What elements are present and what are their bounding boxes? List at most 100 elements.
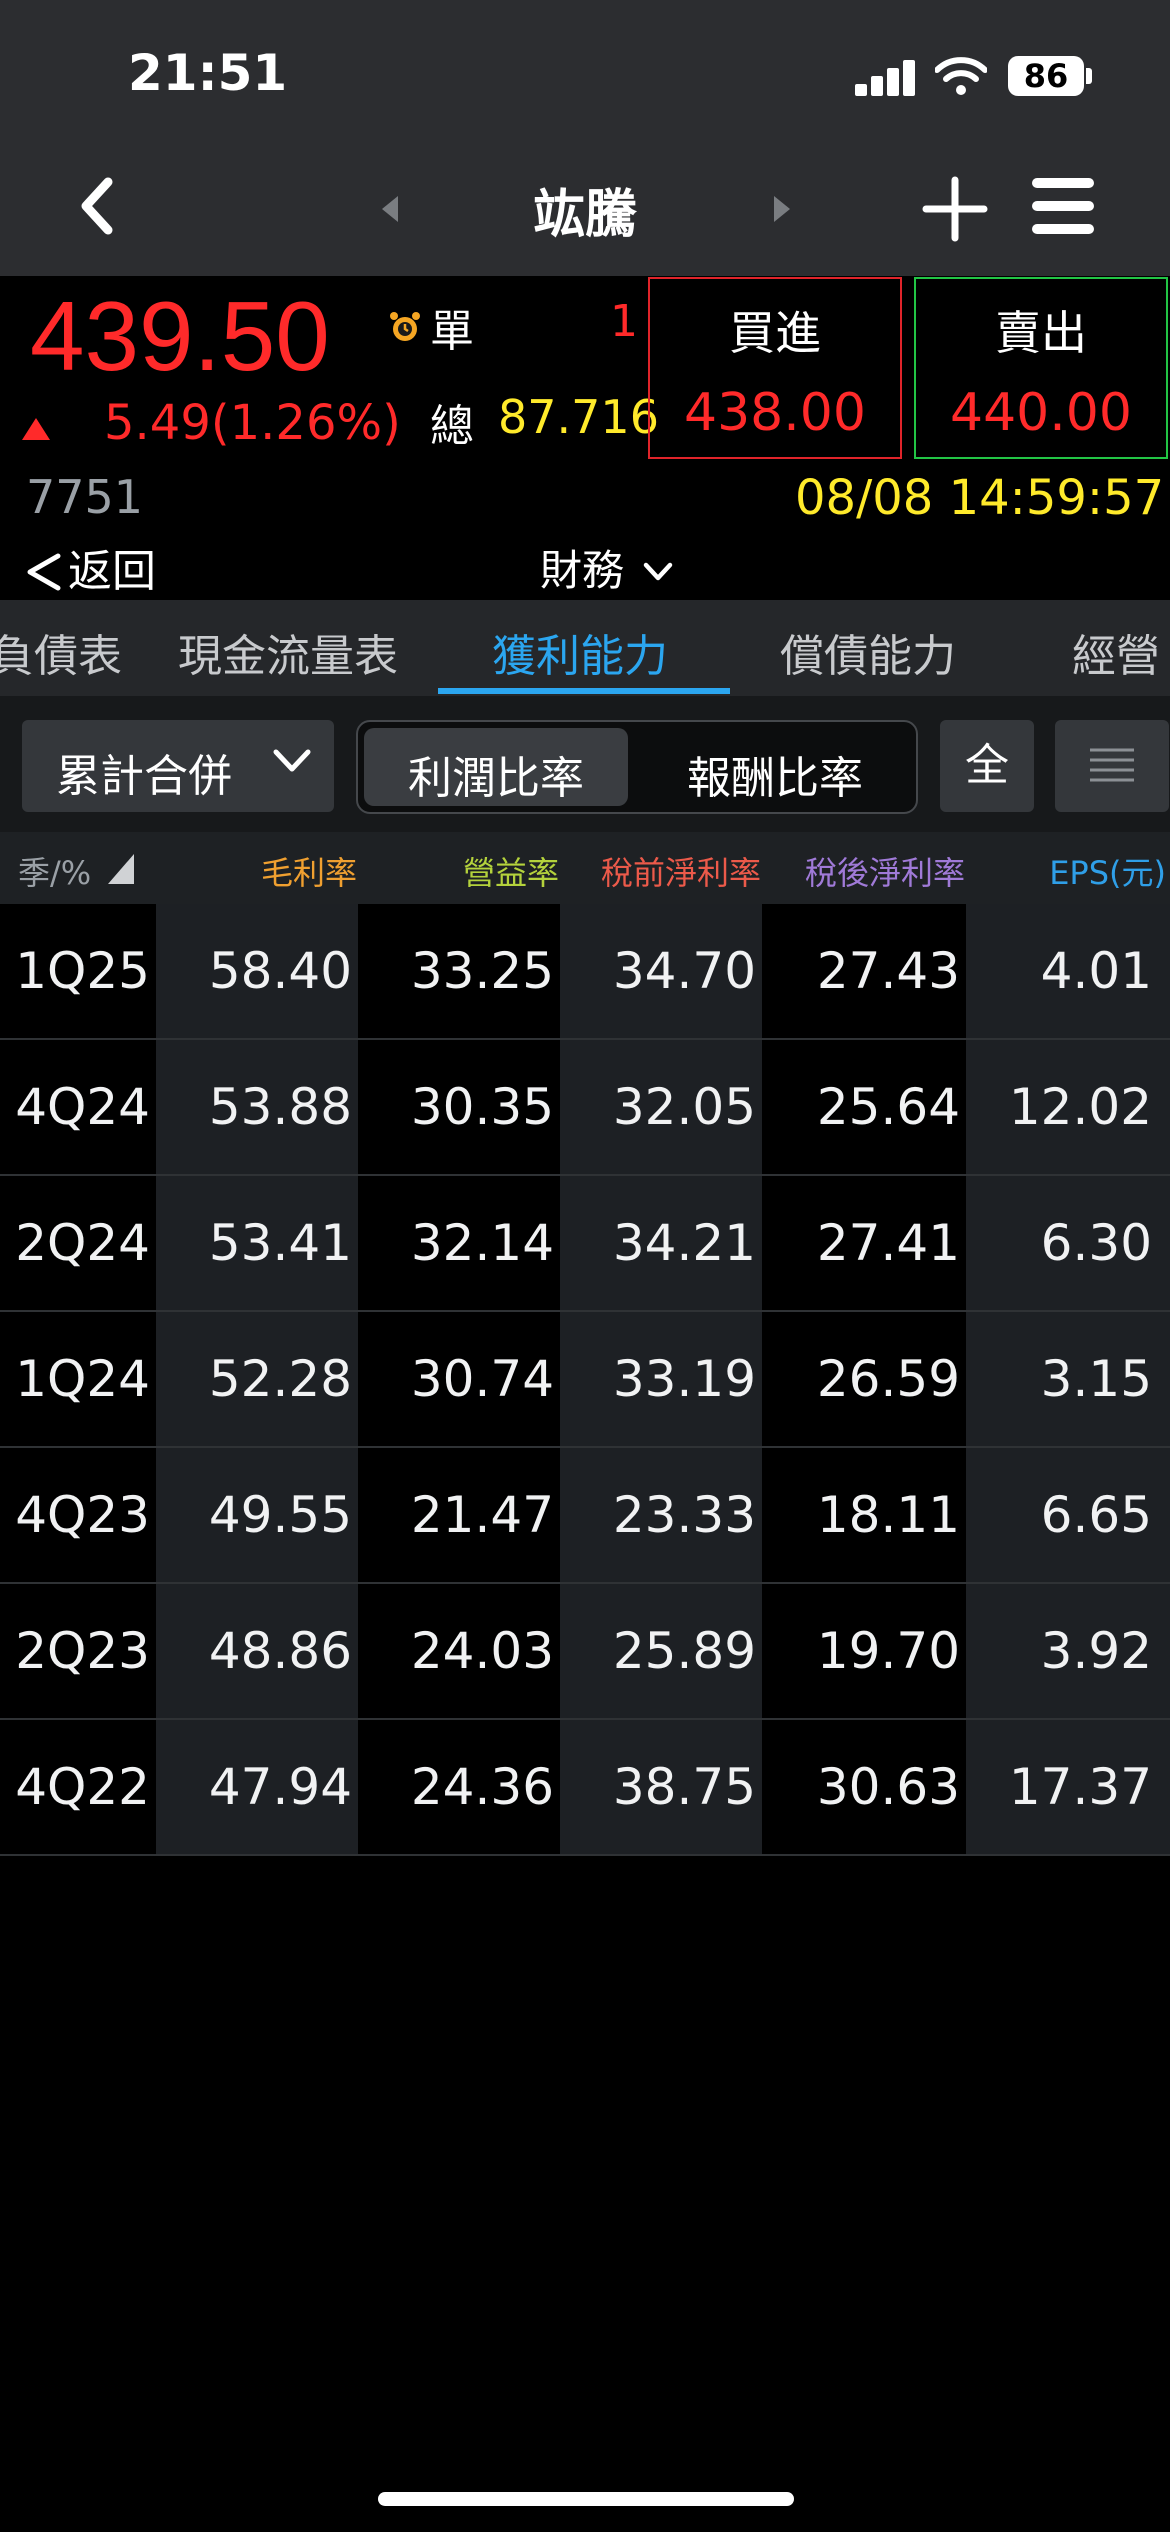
chevron-left-icon	[27, 553, 61, 591]
section-dropdown-label: 財務	[540, 546, 625, 595]
table-row[interactable]: 1Q25 58.40 33.25 34.70 27.43 4.01	[0, 904, 1170, 1040]
cell-eps: 17.37	[966, 1720, 1170, 1854]
sell-label: 賣出	[995, 306, 1087, 360]
return-link[interactable]: 返回	[24, 535, 156, 599]
battery-tip	[1086, 68, 1092, 84]
single-volume-value: 1	[610, 296, 638, 347]
column-header-quarter[interactable]: 季/%	[18, 848, 91, 894]
segment-return-ratio[interactable]: 報酬比率	[640, 742, 910, 806]
tab-cash-flow[interactable]: 現金流量表	[178, 620, 398, 684]
cell-pretax-margin: 34.21	[560, 1176, 762, 1310]
buy-button[interactable]: 買進 438.00	[648, 277, 902, 459]
column-header-eps[interactable]: EPS(元)	[1049, 848, 1166, 894]
cell-gross-margin: 52.28	[156, 1312, 358, 1446]
section-dropdown[interactable]: 財務	[540, 537, 673, 598]
table-row[interactable]: 2Q23 48.86 24.03 25.89 19.70 3.92	[0, 1584, 1170, 1720]
total-volume-label: 總	[430, 401, 474, 452]
quote-datetime: 08/08 14:59:57	[795, 470, 1165, 526]
list-icon	[1090, 748, 1134, 782]
table-header	[0, 832, 1170, 904]
cell-quarter: 2Q23	[0, 1584, 156, 1718]
cell-pretax-margin: 23.33	[560, 1448, 762, 1582]
table-row[interactable]: 4Q24 53.88 30.35 32.05 25.64 12.02	[0, 1040, 1170, 1176]
cell-eps: 3.92	[966, 1584, 1170, 1718]
total-volume-value: 87.716	[498, 390, 659, 444]
cell-operating-margin: 24.36	[358, 1720, 560, 1854]
cell-operating-margin: 21.47	[358, 1448, 560, 1582]
return-label: 返回	[68, 546, 156, 597]
back-arrow-icon[interactable]	[70, 176, 130, 236]
cell-aftertax-margin: 25.64	[762, 1040, 966, 1174]
cell-eps: 3.15	[966, 1312, 1170, 1446]
column-header-aftertax-margin[interactable]: 稅後淨利率	[805, 848, 965, 894]
chevron-down-icon	[272, 748, 312, 778]
up-arrow-icon	[22, 418, 50, 440]
cell-aftertax-margin: 30.63	[762, 1720, 966, 1854]
alarm-clock-icon[interactable]	[388, 310, 422, 348]
cell-operating-margin: 30.74	[358, 1312, 560, 1446]
column-header-gross-margin[interactable]: 毛利率	[261, 848, 357, 894]
cell-operating-margin: 30.35	[358, 1040, 560, 1174]
cell-pretax-margin: 25.89	[560, 1584, 762, 1718]
status-time: 21:51	[128, 44, 288, 102]
cell-aftertax-margin: 27.41	[762, 1176, 966, 1310]
table-row[interactable]: 4Q23 49.55 21.47 23.33 18.11 6.65	[0, 1448, 1170, 1584]
price-change: 5.49(1.26%)	[104, 395, 401, 451]
tab-profitability[interactable]: 獲利能力	[492, 620, 668, 684]
list-view-button[interactable]	[1055, 720, 1169, 812]
stock-name-title: 竑騰	[532, 185, 637, 245]
cell-aftertax-margin: 27.43	[762, 904, 966, 1038]
cell-operating-margin: 32.14	[358, 1176, 560, 1310]
next-stock-icon[interactable]	[770, 194, 794, 228]
cell-aftertax-margin: 18.11	[762, 1448, 966, 1582]
table-row[interactable]: 4Q22 47.94 24.36 38.75 30.63 17.37	[0, 1720, 1170, 1856]
cell-operating-margin: 24.03	[358, 1584, 560, 1718]
cell-pretax-margin: 38.75	[560, 1720, 762, 1854]
cell-quarter: 4Q24	[0, 1040, 156, 1174]
column-header-pretax-margin[interactable]: 稅前淨利率	[601, 848, 761, 894]
previous-stock-icon[interactable]	[378, 194, 402, 228]
cell-gross-margin: 49.55	[156, 1448, 358, 1582]
show-all-button[interactable]: 全	[940, 720, 1034, 812]
hamburger-menu-icon[interactable]	[1030, 176, 1096, 236]
buy-price: 438.00	[684, 383, 866, 443]
cell-aftertax-margin: 19.70	[762, 1584, 966, 1718]
cellular-signal-icon	[855, 60, 915, 96]
battery-icon: 86	[1008, 56, 1084, 96]
single-volume-label: 單	[430, 306, 474, 357]
stock-code: 7751	[26, 470, 144, 524]
cell-quarter: 4Q22	[0, 1720, 156, 1854]
chevron-down-icon	[644, 562, 673, 581]
cell-eps: 4.01	[966, 904, 1170, 1038]
cell-operating-margin: 33.25	[358, 904, 560, 1038]
home-indicator[interactable]	[378, 2492, 794, 2506]
sell-button[interactable]: 賣出 440.00	[914, 277, 1168, 459]
sell-price: 440.00	[950, 383, 1132, 443]
buy-label: 買進	[729, 306, 821, 360]
cell-pretax-margin: 32.05	[560, 1040, 762, 1174]
tab-balance-sheet[interactable]: 負債表	[0, 620, 122, 684]
last-price: 439.50	[30, 281, 330, 391]
table-row[interactable]: 2Q24 53.41 32.14 34.21 27.41 6.30	[0, 1176, 1170, 1312]
add-icon[interactable]	[922, 176, 988, 242]
cell-gross-margin: 53.88	[156, 1040, 358, 1174]
cell-quarter: 1Q24	[0, 1312, 156, 1446]
cell-gross-margin: 47.94	[156, 1720, 358, 1854]
cell-aftertax-margin: 26.59	[762, 1312, 966, 1446]
column-header-operating-margin[interactable]: 營益率	[463, 848, 559, 894]
active-tab-indicator	[438, 688, 730, 694]
cell-eps: 6.65	[966, 1448, 1170, 1582]
cell-eps: 12.02	[966, 1040, 1170, 1174]
cell-quarter: 1Q25	[0, 904, 156, 1038]
cell-gross-margin: 48.86	[156, 1584, 358, 1718]
cell-pretax-margin: 34.70	[560, 904, 762, 1038]
cell-pretax-margin: 33.19	[560, 1312, 762, 1446]
cell-quarter: 2Q24	[0, 1176, 156, 1310]
sort-triangle-icon[interactable]	[108, 854, 134, 884]
wifi-icon	[934, 56, 988, 96]
table-row[interactable]: 1Q24 52.28 30.74 33.19 26.59 3.15	[0, 1312, 1170, 1448]
period-type-label: 累計合併	[56, 751, 232, 802]
tab-solvency[interactable]: 償債能力	[780, 620, 956, 684]
cell-quarter: 4Q23	[0, 1448, 156, 1582]
tab-operating[interactable]: 經營	[1072, 620, 1160, 684]
